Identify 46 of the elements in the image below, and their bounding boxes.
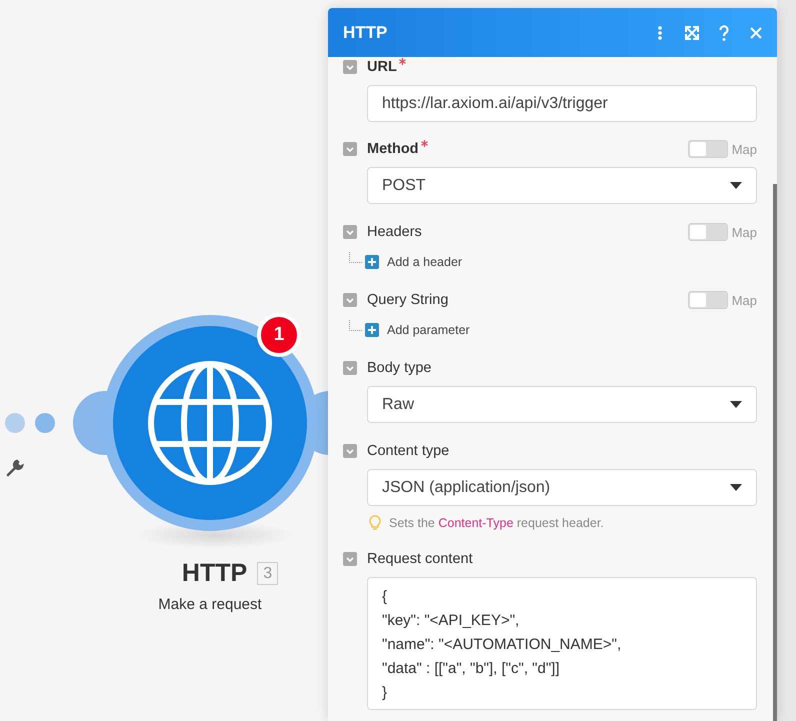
field-label: Method (367, 141, 419, 157)
collapse-toggle-icon[interactable] (343, 293, 357, 307)
required-asterisk-icon (420, 140, 428, 147)
plus-icon (365, 323, 379, 337)
panel-title: HTTP (343, 22, 388, 42)
code-field[interactable]: { "key": "<API_KEY>", "name": "<AUTOMATION_NAME>", "data" : [["a", "b"], ["c", "d"]] } (367, 577, 757, 710)
add-item-button[interactable]: Add a header (365, 255, 462, 269)
module-subtitle: Make a request (157, 596, 263, 613)
scrollbar[interactable] (773, 184, 777, 721)
hint-text: Sets the Content-Type request header. (389, 516, 604, 530)
field-label: Headers (367, 224, 422, 240)
collapse-toggle-icon[interactable] (343, 142, 357, 156)
collapse-toggle-icon[interactable] (343, 60, 357, 74)
collapse-toggle-icon[interactable] (343, 225, 357, 239)
select-dropdown[interactable]: POST (367, 167, 757, 204)
add-item-button[interactable]: Add parameter (365, 323, 470, 337)
connection-dots-icon (5, 413, 56, 433)
select-dropdown[interactable]: Raw (367, 386, 757, 423)
plus-icon (365, 255, 379, 269)
field-label: Content type (367, 443, 450, 459)
module-index: 3 (257, 562, 278, 585)
content-type-link[interactable]: Content-Type (438, 516, 514, 530)
field-label: Request content (367, 551, 473, 567)
field-label: Body type (367, 360, 432, 376)
url-field[interactable]: https://lar.axiom.ai/api/v3/trigger (367, 85, 757, 122)
field-label: URL (367, 59, 397, 75)
lightbulb-icon (369, 515, 381, 531)
module-title: HTTP (182, 559, 248, 588)
expand-icon[interactable] (683, 24, 701, 42)
required-asterisk-icon (398, 58, 406, 65)
notification-badge: 1 (257, 313, 301, 357)
map-label: Map (732, 224, 757, 240)
select-dropdown[interactable]: JSON (application/json) (367, 469, 757, 506)
collapse-toggle-icon[interactable] (343, 444, 357, 458)
map-toggle[interactable] (688, 223, 728, 241)
collapse-toggle-icon[interactable] (343, 552, 357, 566)
map-label: Map (732, 292, 757, 308)
wrench-icon[interactable] (6, 459, 24, 477)
caret-icon (730, 484, 742, 491)
map-toggle[interactable] (688, 140, 728, 158)
field-label: Query String (367, 292, 448, 308)
map-label: Map (732, 142, 757, 156)
caret-icon (730, 182, 742, 189)
collapse-toggle-icon[interactable] (343, 361, 357, 375)
map-toggle[interactable] (688, 291, 728, 309)
caret-icon (730, 401, 742, 408)
